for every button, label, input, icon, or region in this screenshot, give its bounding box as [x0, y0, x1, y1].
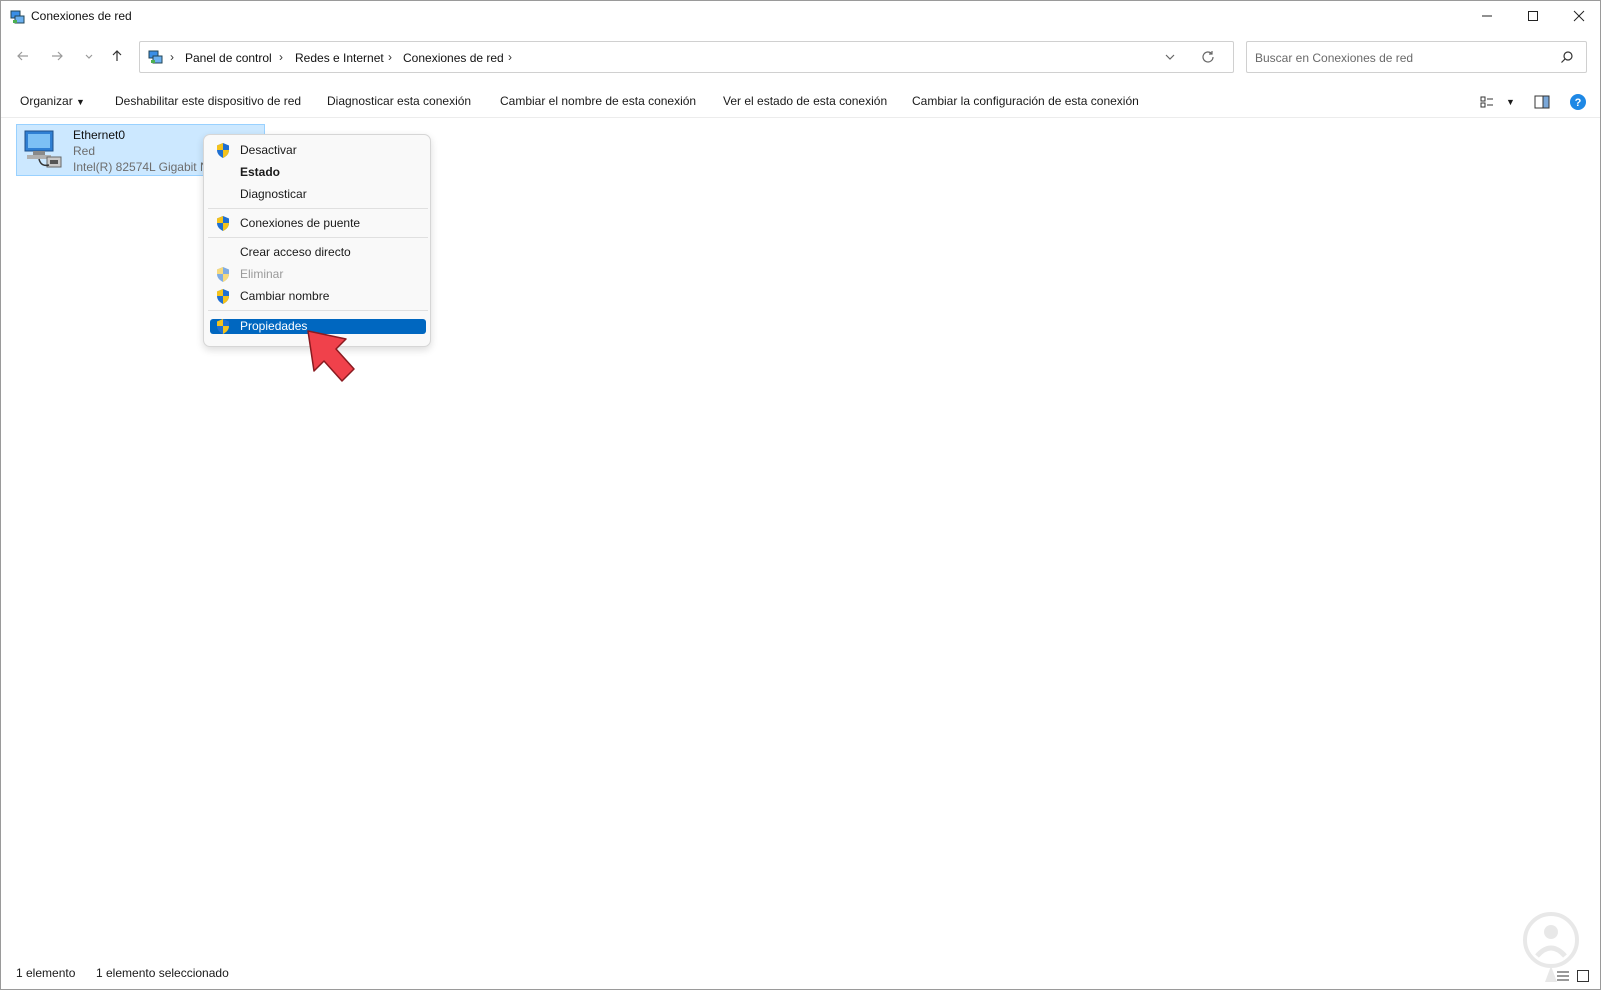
maximize-button[interactable]: [1510, 1, 1556, 31]
menu-item-label: Eliminar: [240, 267, 284, 281]
minimize-icon: [1482, 15, 1492, 17]
view-options-icon: [1480, 96, 1493, 108]
menu-item-estado[interactable]: Estado: [210, 162, 426, 182]
command-bar: Organizar ▼ Deshabilitar este dispositiv…: [1, 87, 1600, 118]
menu-item-label: Propiedades: [240, 319, 308, 333]
search-input[interactable]: Buscar en Conexiones de red: [1255, 51, 1413, 65]
rename-connection-button[interactable]: Cambiar el nombre de esta conexión: [500, 94, 696, 108]
help-button[interactable]: ?: [1569, 92, 1587, 112]
arrow-up-icon: [112, 50, 122, 61]
preview-pane-icon: [1534, 95, 1550, 109]
menu-item-conexiones-de-puente[interactable]: Conexiones de puente: [210, 213, 426, 233]
menu-separator: [208, 237, 428, 238]
chevron-down-icon: [85, 54, 93, 59]
organize-menu[interactable]: Organizar ▼: [20, 94, 85, 108]
close-icon: [1573, 10, 1585, 22]
chevron-down-icon[interactable]: [1163, 50, 1177, 64]
breadcrumb-separator[interactable]: ›: [279, 50, 283, 64]
refresh-icon[interactable]: [1200, 49, 1216, 65]
address-bar[interactable]: › Panel de control › Redes e Internet › …: [139, 41, 1234, 73]
change-settings-button[interactable]: Cambiar la configuración de esta conexió…: [912, 94, 1139, 108]
search-icon[interactable]: [1560, 50, 1574, 64]
menu-item-diagnosticar[interactable]: Diagnosticar: [210, 184, 426, 204]
caret-down-icon: ▼: [76, 97, 85, 107]
breadcrumb-separator: ›: [170, 50, 174, 64]
uac-shield-icon: [217, 216, 229, 231]
view-mode-toggles: [1556, 969, 1590, 983]
change-view-button[interactable]: ▼: [1480, 92, 1515, 112]
preview-pane-button[interactable]: [1534, 92, 1550, 112]
organize-label: Organizar: [20, 94, 73, 108]
menu-item-crear-acceso-directo[interactable]: Crear acceso directo: [210, 242, 426, 262]
recent-locations-button[interactable]: [79, 46, 99, 66]
menu-item-label: Conexiones de puente: [240, 216, 361, 230]
pointer-arrow-annotation: [307, 330, 355, 382]
control-panel-icon: [148, 50, 163, 64]
menu-item-desactivar[interactable]: Desactivar: [210, 140, 426, 160]
arrow-right-icon: [52, 51, 63, 61]
close-button[interactable]: [1556, 1, 1601, 31]
menu-separator: [208, 310, 428, 311]
view-status-button[interactable]: Ver el estado de esta conexión: [723, 94, 887, 108]
forward-button[interactable]: [47, 46, 67, 66]
maximize-icon: [1528, 11, 1538, 21]
menu-item-label: Cambiar nombre: [240, 289, 330, 303]
breadcrumb-redes-e-internet[interactable]: Redes e Internet: [295, 51, 384, 65]
diagnose-connection-button[interactable]: Diagnosticar esta conexión: [327, 94, 471, 108]
menu-item-label: Desactivar: [240, 143, 297, 157]
breadcrumb-conexiones-de-red[interactable]: Conexiones de red: [403, 51, 504, 65]
network-connections-icon: [10, 10, 25, 24]
window-title: Conexiones de red: [31, 9, 132, 23]
minimize-button[interactable]: [1464, 1, 1510, 31]
help-icon: ?: [1570, 94, 1586, 110]
menu-item-label: Crear acceso directo: [240, 245, 351, 259]
status-selected-count: 1 elemento seleccionado: [96, 966, 229, 980]
menu-item-label: Estado: [240, 165, 281, 179]
connection-device: Intel(R) 82574L Gigabit N: [73, 160, 209, 174]
breadcrumb-separator[interactable]: ›: [388, 50, 392, 64]
uac-shield-icon: [217, 267, 229, 282]
details-view-icon[interactable]: [1556, 969, 1570, 983]
back-button[interactable]: [13, 46, 33, 66]
uac-shield-icon: [217, 143, 229, 158]
status-item-count: 1 elemento: [16, 966, 76, 980]
menu-item-label: Diagnosticar: [240, 187, 307, 201]
menu-item-cambiar-nombre[interactable]: Cambiar nombre: [210, 286, 426, 306]
connection-name: Ethernet0: [73, 128, 126, 142]
menu-separator: [208, 208, 428, 209]
context-menu: Desactivar Estado Diagnosticar Conexione…: [203, 134, 431, 347]
up-button[interactable]: [107, 46, 127, 66]
search-box[interactable]: Buscar en Conexiones de red: [1246, 41, 1587, 73]
caret-down-icon: ▼: [1506, 97, 1515, 107]
uac-shield-icon: [217, 319, 229, 334]
explorer-window: Conexiones de red › Panel de control › R…: [0, 0, 1601, 990]
title-bar: Conexiones de red: [1, 1, 1600, 31]
disable-device-button[interactable]: Deshabilitar este dispositivo de red: [115, 94, 301, 108]
connection-type: Red: [73, 144, 96, 158]
large-icons-view-icon[interactable]: [1576, 969, 1590, 983]
svg-text:?: ?: [1575, 97, 1582, 109]
network-adapter-icon: [24, 130, 62, 168]
breadcrumb-separator[interactable]: ›: [508, 50, 512, 64]
breadcrumb-panel-de-control[interactable]: Panel de control: [185, 51, 272, 65]
arrow-left-icon: [17, 51, 28, 61]
menu-item-eliminar: Eliminar: [210, 264, 426, 284]
uac-shield-icon: [217, 289, 229, 304]
